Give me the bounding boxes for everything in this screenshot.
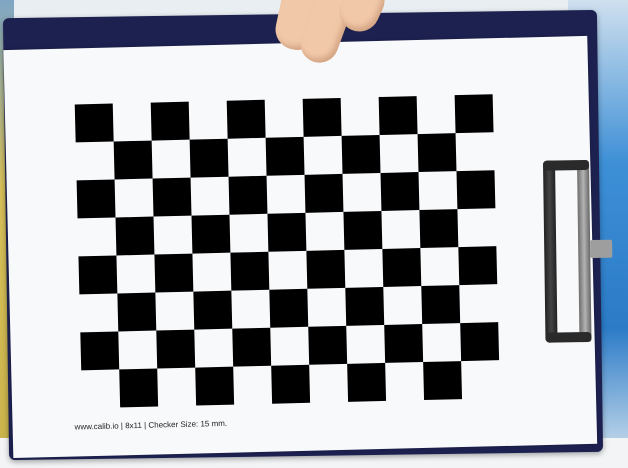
checker-square	[423, 361, 463, 400]
checker-square	[191, 214, 231, 254]
checker-square	[267, 212, 307, 252]
clipboard: www.calib.io | 8x11 | Checker Size: 15 m…	[2, 9, 613, 461]
checker-square	[458, 246, 498, 286]
checker-square	[232, 327, 272, 367]
checker-square	[304, 173, 344, 213]
paper-caption: www.calib.io | 8x11 | Checker Size: 15 m…	[74, 418, 228, 432]
checker-square	[113, 140, 153, 180]
checker-square	[265, 136, 305, 176]
calibration-paper: www.calib.io | 8x11 | Checker Size: 15 m…	[3, 35, 598, 459]
checker-square	[419, 209, 459, 249]
checker-square	[230, 251, 270, 291]
checker-square	[380, 172, 420, 211]
checker-square	[382, 248, 422, 287]
checker-square	[378, 96, 418, 135]
checker-square	[271, 364, 311, 404]
checker-square	[421, 285, 461, 325]
checkerboard	[74, 94, 506, 408]
checker-square	[341, 134, 381, 174]
checker-square	[193, 290, 233, 330]
photo-scene: www.calib.io | 8x11 | Checker Size: 15 m…	[0, 0, 628, 468]
checker-square	[228, 175, 268, 215]
checker-square	[150, 101, 190, 141]
checker-square	[460, 322, 500, 362]
checker-square	[78, 255, 118, 295]
checker-square	[308, 325, 348, 365]
checker-square	[76, 179, 116, 219]
checker-square	[384, 324, 424, 363]
clip-lever	[590, 239, 613, 258]
checker-square	[74, 103, 114, 143]
checker-square	[189, 138, 229, 178]
checker-square	[154, 253, 194, 293]
clip-bottom-hinge	[545, 331, 592, 343]
checker-square	[417, 133, 457, 173]
checker-square	[454, 94, 494, 134]
clipboard-clip	[537, 159, 613, 343]
checker-square	[302, 97, 342, 137]
checker-square	[115, 216, 155, 256]
checker-square	[347, 362, 387, 402]
checker-square	[456, 170, 496, 210]
checker-square	[306, 249, 346, 289]
checker-square	[269, 288, 309, 328]
checker-square	[152, 177, 192, 217]
checker-square	[343, 210, 383, 250]
clip-top-hinge	[542, 159, 590, 171]
checker-square	[156, 329, 196, 369]
hand	[271, 0, 392, 69]
checker-square	[345, 286, 385, 326]
checker-square	[119, 368, 159, 408]
checker-square	[226, 99, 266, 139]
checker-square	[117, 292, 157, 332]
checker-square	[195, 366, 235, 406]
checker-square	[80, 331, 120, 371]
clip-rail	[542, 160, 558, 343]
